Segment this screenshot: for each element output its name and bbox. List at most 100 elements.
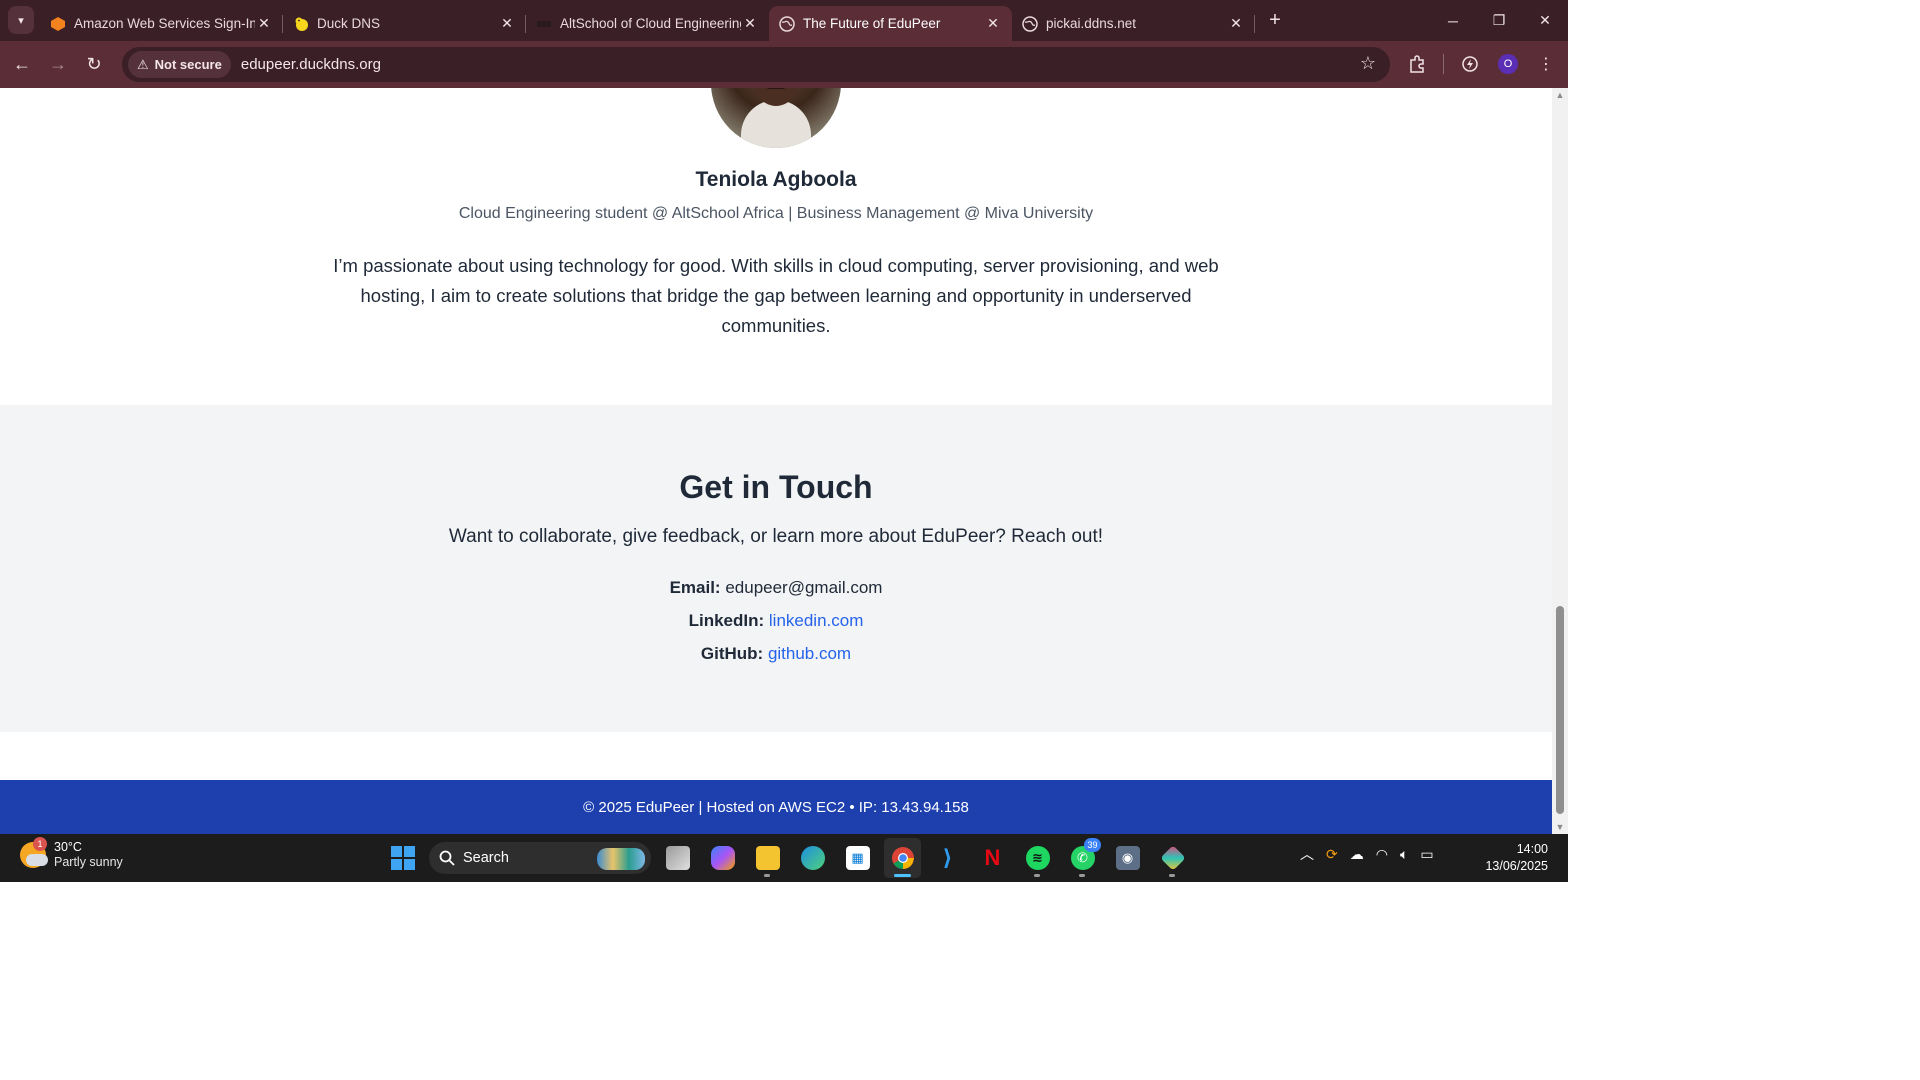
chrome-button[interactable] — [884, 838, 921, 878]
taskbar-clock[interactable]: 14:00 13/06/2025 — [1485, 841, 1548, 875]
start-button[interactable] — [384, 838, 421, 878]
github-row: GitHub: github.com — [0, 644, 1552, 664]
chevron-down-icon: ▾ — [18, 14, 24, 27]
warning-icon: ⚠ — [137, 56, 149, 72]
folder-icon — [755, 846, 780, 870]
taskbar-apps: Search ▦ ⟩ N ≋ ✆ 39 ◉ — [384, 838, 1191, 878]
temperature: 30°C — [54, 840, 82, 854]
altschool-favicon-icon — [536, 16, 552, 32]
menu-icon[interactable]: ⋮ — [1534, 46, 1558, 82]
running-indicator — [1169, 874, 1175, 877]
new-tab-icon[interactable]: + — [1259, 0, 1291, 41]
tab-edupeer[interactable]: The Future of EduPeer ✕ — [769, 6, 1012, 41]
profile-role: Cloud Engineering student @ AltSchool Af… — [458, 205, 1094, 222]
contact-heading: Get in Touch — [679, 469, 873, 505]
globe-icon — [779, 15, 795, 32]
globe-icon — [1022, 15, 1038, 32]
profile-photo — [711, 88, 841, 148]
profile-name: Teniola Agboola — [695, 168, 857, 191]
site-footer: © 2025 EduPeer | Hosted on AWS EC2 • IP:… — [0, 780, 1552, 834]
close-tab-icon[interactable]: ✕ — [984, 15, 1002, 32]
reload-icon[interactable]: ↻ — [76, 47, 112, 83]
tab-aws[interactable]: Amazon Web Services Sign-In ✕ — [40, 6, 283, 41]
whatsapp-button[interactable]: ✆ 39 — [1064, 838, 1101, 878]
performance-icon[interactable] — [1458, 46, 1482, 82]
running-indicator — [894, 874, 911, 877]
tab-duckdns[interactable]: Duck DNS ✕ — [283, 6, 526, 41]
address-bar[interactable]: ⚠ Not secure edupeer.duckdns.org ☆ — [122, 47, 1390, 82]
wifi-icon[interactable]: ◠ — [1376, 846, 1388, 863]
clock-time: 14:00 — [1516, 842, 1548, 856]
weather-widget[interactable]: 1 30°C Partly sunny — [20, 837, 123, 870]
spotify-icon: ≋ — [1025, 846, 1050, 870]
spotify-button[interactable]: ≋ — [1019, 838, 1056, 878]
scroll-up-icon[interactable]: ▲ — [1555, 90, 1565, 100]
minimize-icon[interactable]: ─ — [1430, 0, 1476, 41]
store-button[interactable]: ▦ — [839, 838, 876, 878]
scroll-thumb[interactable] — [1556, 606, 1564, 814]
tab-title: The Future of EduPeer — [803, 16, 941, 31]
whatsapp-badge: 39 — [1084, 838, 1101, 852]
sync-icon[interactable]: ⟳ — [1326, 846, 1338, 863]
taskbar-search[interactable]: Search — [429, 842, 651, 874]
weather-condition: Partly sunny — [54, 855, 123, 869]
close-tab-icon[interactable]: ✕ — [498, 15, 516, 32]
windows-taskbar: 1 30°C Partly sunny Search ▦ ⟩ N ≋ ✆ 39 … — [0, 834, 1568, 882]
running-indicator — [764, 874, 770, 877]
aws-favicon-icon — [50, 16, 66, 32]
vscode-icon: ⟩ — [942, 845, 953, 870]
cloud-offline-icon[interactable]: ☁ — [1350, 846, 1364, 863]
search-highlight-image — [597, 848, 645, 870]
tab-list: Amazon Web Services Sign-In ✕ Duck DNS ✕… — [40, 0, 1291, 41]
email-value: edupeer@gmail.com — [725, 578, 883, 597]
back-icon[interactable]: ← — [4, 47, 40, 83]
task-view-icon — [665, 846, 690, 870]
netflix-button[interactable]: N — [974, 838, 1011, 878]
tab-title: Amazon Web Services Sign-In — [74, 16, 255, 31]
profile-bio: I’m passionate about using technology fo… — [333, 255, 1219, 336]
profile-avatar[interactable]: O — [1496, 46, 1520, 82]
close-tab-icon[interactable]: ✕ — [741, 15, 759, 32]
scroll-down-icon[interactable]: ▼ — [1555, 822, 1565, 832]
partly-sunny-icon: 1 — [20, 837, 48, 868]
copilot-button[interactable] — [704, 838, 741, 878]
close-tab-icon[interactable]: ✕ — [1227, 15, 1245, 32]
running-indicator — [1034, 874, 1040, 877]
task-view-button[interactable] — [659, 838, 696, 878]
browser-toolbar: ← → ↻ ⚠ Not secure edupeer.duckdns.org ☆… — [0, 41, 1568, 88]
tab-search-button[interactable]: ▾ — [8, 6, 34, 34]
battery-icon[interactable]: ▭ — [1420, 846, 1433, 863]
email-label: Email: — [669, 578, 721, 597]
toolbar-actions: O ⋮ — [1405, 46, 1558, 82]
contact-section: Get in Touch Want to collaborate, give f… — [0, 405, 1552, 732]
volume-icon[interactable]: 🔈︎ — [1400, 846, 1408, 863]
edge-button[interactable] — [794, 838, 831, 878]
vscode-button[interactable]: ⟩ — [929, 838, 966, 878]
tab-altschool[interactable]: AltSchool of Cloud Engineering ✕ — [526, 6, 769, 41]
duck-favicon-icon — [293, 16, 309, 32]
tab-title: AltSchool of Cloud Engineering — [560, 16, 741, 31]
camera-button[interactable]: ◉ — [1109, 838, 1146, 878]
github-link[interactable]: github.com — [768, 644, 851, 663]
linkedin-link[interactable]: linkedin.com — [769, 611, 864, 630]
contact-lead: Want to collaborate, give feedback, or l… — [448, 526, 1104, 547]
bookmark-star-icon[interactable]: ☆ — [1360, 53, 1376, 74]
forward-icon[interactable]: → — [40, 47, 76, 83]
tab-pickai[interactable]: pickai.ddns.net ✕ — [1012, 6, 1255, 41]
tab-title: pickai.ddns.net — [1046, 16, 1137, 31]
file-explorer-button[interactable] — [749, 838, 786, 878]
chevron-up-icon[interactable]: ︿ — [1300, 844, 1314, 864]
running-indicator — [1079, 874, 1085, 877]
site-info-chip[interactable]: ⚠ Not secure — [128, 51, 231, 78]
extensions-icon[interactable] — [1405, 46, 1429, 82]
page-scrollbar[interactable]: ▲ ▼ — [1552, 88, 1568, 834]
restore-icon[interactable]: ❐ — [1476, 0, 1522, 41]
snipping-tool-icon — [1159, 845, 1186, 871]
email-row: Email: edupeer@gmail.com — [0, 578, 1552, 598]
weather-badge: 1 — [33, 837, 47, 851]
snipping-tool-button[interactable] — [1154, 838, 1191, 878]
window-controls: ─ ❐ ✕ — [1430, 0, 1568, 41]
close-window-icon[interactable]: ✕ — [1522, 0, 1568, 41]
close-tab-icon[interactable]: ✕ — [255, 15, 273, 32]
url-text[interactable]: edupeer.duckdns.org — [241, 56, 381, 73]
